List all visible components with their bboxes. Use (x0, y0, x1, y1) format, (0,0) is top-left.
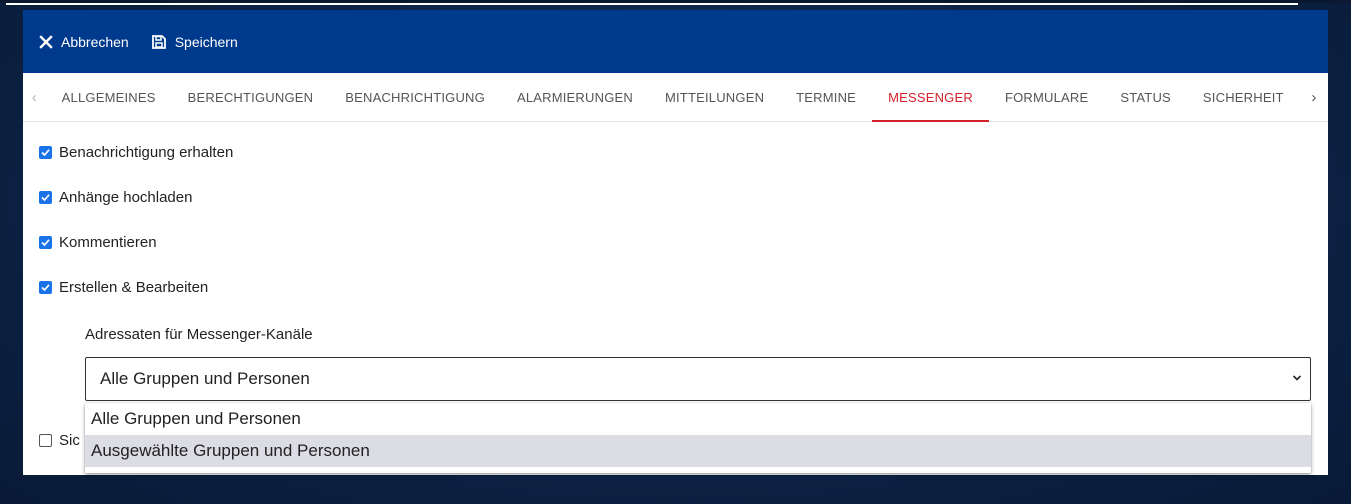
tab-status[interactable]: STATUS (1104, 73, 1187, 121)
checkbox-checked-icon[interactable] (39, 191, 52, 204)
floppy-disk-icon (151, 34, 166, 49)
toolbar: Abbrechen Speichern (23, 10, 1328, 73)
tab-sicherheit[interactable]: SICHERHEIT (1187, 73, 1300, 121)
cancel-label: Abbrechen (61, 33, 129, 50)
tab-formulare[interactable]: FORMULARE (989, 73, 1104, 121)
close-icon (39, 34, 53, 49)
recipients-label: Adressaten für Messenger-Kanäle (85, 326, 313, 343)
tabs-scroll-right-icon[interactable]: › (1300, 73, 1328, 121)
recipients-selected-value: Alle Gruppen und Personen (100, 369, 310, 388)
checkbox-unchecked-icon[interactable] (39, 434, 52, 447)
save-button[interactable]: Speichern (151, 34, 238, 50)
checkbox-checked-icon[interactable] (39, 281, 52, 294)
messenger-settings: Benachrichtigung erhalten Anhänge hochla… (23, 121, 1328, 475)
recipients-dropdown-list: Alle Gruppen und Personen Ausgewählte Gr… (85, 403, 1311, 473)
tabs-scroll-left-icon[interactable]: ‹ (23, 73, 46, 121)
checkbox-label: Sic (59, 432, 80, 449)
recipients-select[interactable]: Alle Gruppen und Personen (85, 357, 1311, 401)
tab-messenger[interactable]: MESSENGER (872, 73, 989, 122)
checkbox-checked-icon[interactable] (39, 236, 52, 249)
checkbox-row-comment[interactable]: Kommentieren (39, 234, 157, 251)
tab-allgemeines[interactable]: ALLGEMEINES (46, 73, 172, 121)
checkbox-label: Erstellen & Bearbeiten (59, 279, 209, 296)
checkbox-row-create-edit[interactable]: Erstellen & Bearbeiten (39, 279, 208, 296)
chevron-down-icon (1292, 375, 1302, 381)
checkbox-row-upload-attachments[interactable]: Anhänge hochladen (39, 189, 192, 206)
tab-alarmierungen[interactable]: ALARMIERUNGEN (501, 73, 649, 121)
dropdown-option-highlighted[interactable]: Ausgewählte Gruppen und Personen (85, 435, 1311, 467)
window-top-highlight (6, 3, 1298, 5)
checkbox-row-partially-hidden[interactable]: Sic (39, 432, 80, 449)
settings-panel: Abbrechen Speichern ‹ ALLGEMEINES BERECH… (23, 10, 1328, 475)
tab-mitteilungen[interactable]: MITTEILUNGEN (649, 73, 780, 121)
tab-bar: ‹ ALLGEMEINES BERECHTIGUNGEN BENACHRICHT… (23, 73, 1328, 122)
tab-berechtigungen[interactable]: BERECHTIGUNGEN (172, 73, 330, 121)
tab-benachrichtigung[interactable]: BENACHRICHTIGUNG (329, 73, 501, 121)
dropdown-option[interactable]: Alle Gruppen und Personen (85, 403, 1311, 435)
checkbox-checked-icon[interactable] (39, 146, 52, 159)
tab-termine[interactable]: TERMINE (780, 73, 872, 121)
checkbox-label: Benachrichtigung erhalten (59, 144, 234, 161)
cancel-button[interactable]: Abbrechen (39, 34, 129, 50)
checkbox-label: Kommentieren (59, 234, 157, 251)
checkbox-label: Anhänge hochladen (59, 189, 193, 206)
checkbox-row-receive-notification[interactable]: Benachrichtigung erhalten (39, 144, 233, 161)
save-label: Speichern (174, 33, 238, 50)
